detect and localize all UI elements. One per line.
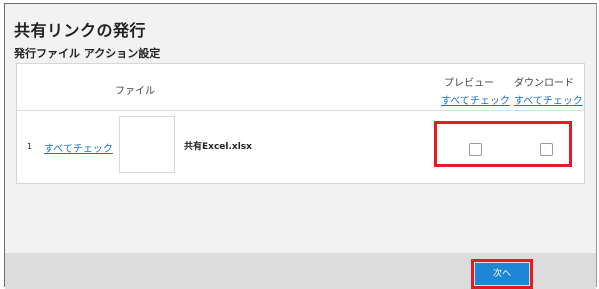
check-all-preview-link[interactable]: すべてチェック <box>441 92 510 107</box>
section-subtitle: 発行ファイル アクション設定 <box>14 47 161 60</box>
column-header-preview: プレビュー <box>444 78 494 89</box>
row-check-all-link[interactable]: すべてチェック <box>44 140 113 155</box>
column-header-file: ファイル <box>115 86 155 97</box>
file-name: 共有Excel.xlsx <box>184 142 252 152</box>
preview-checkbox[interactable] <box>469 143 482 156</box>
download-checkbox[interactable] <box>540 143 553 156</box>
next-button[interactable]: 次へ <box>475 263 529 285</box>
check-all-download-link[interactable]: すべてチェック <box>514 92 583 107</box>
file-action-table: ファイル プレビュー ダウンロード すべてチェック すべてチェック 1 すべてチ… <box>16 63 585 184</box>
column-header-download: ダウンロード <box>514 78 574 89</box>
row-index: 1 <box>27 142 33 151</box>
dialog-title: 共有リンクの発行 <box>14 21 147 40</box>
header-divider <box>17 110 584 111</box>
file-thumbnail <box>119 116 175 173</box>
